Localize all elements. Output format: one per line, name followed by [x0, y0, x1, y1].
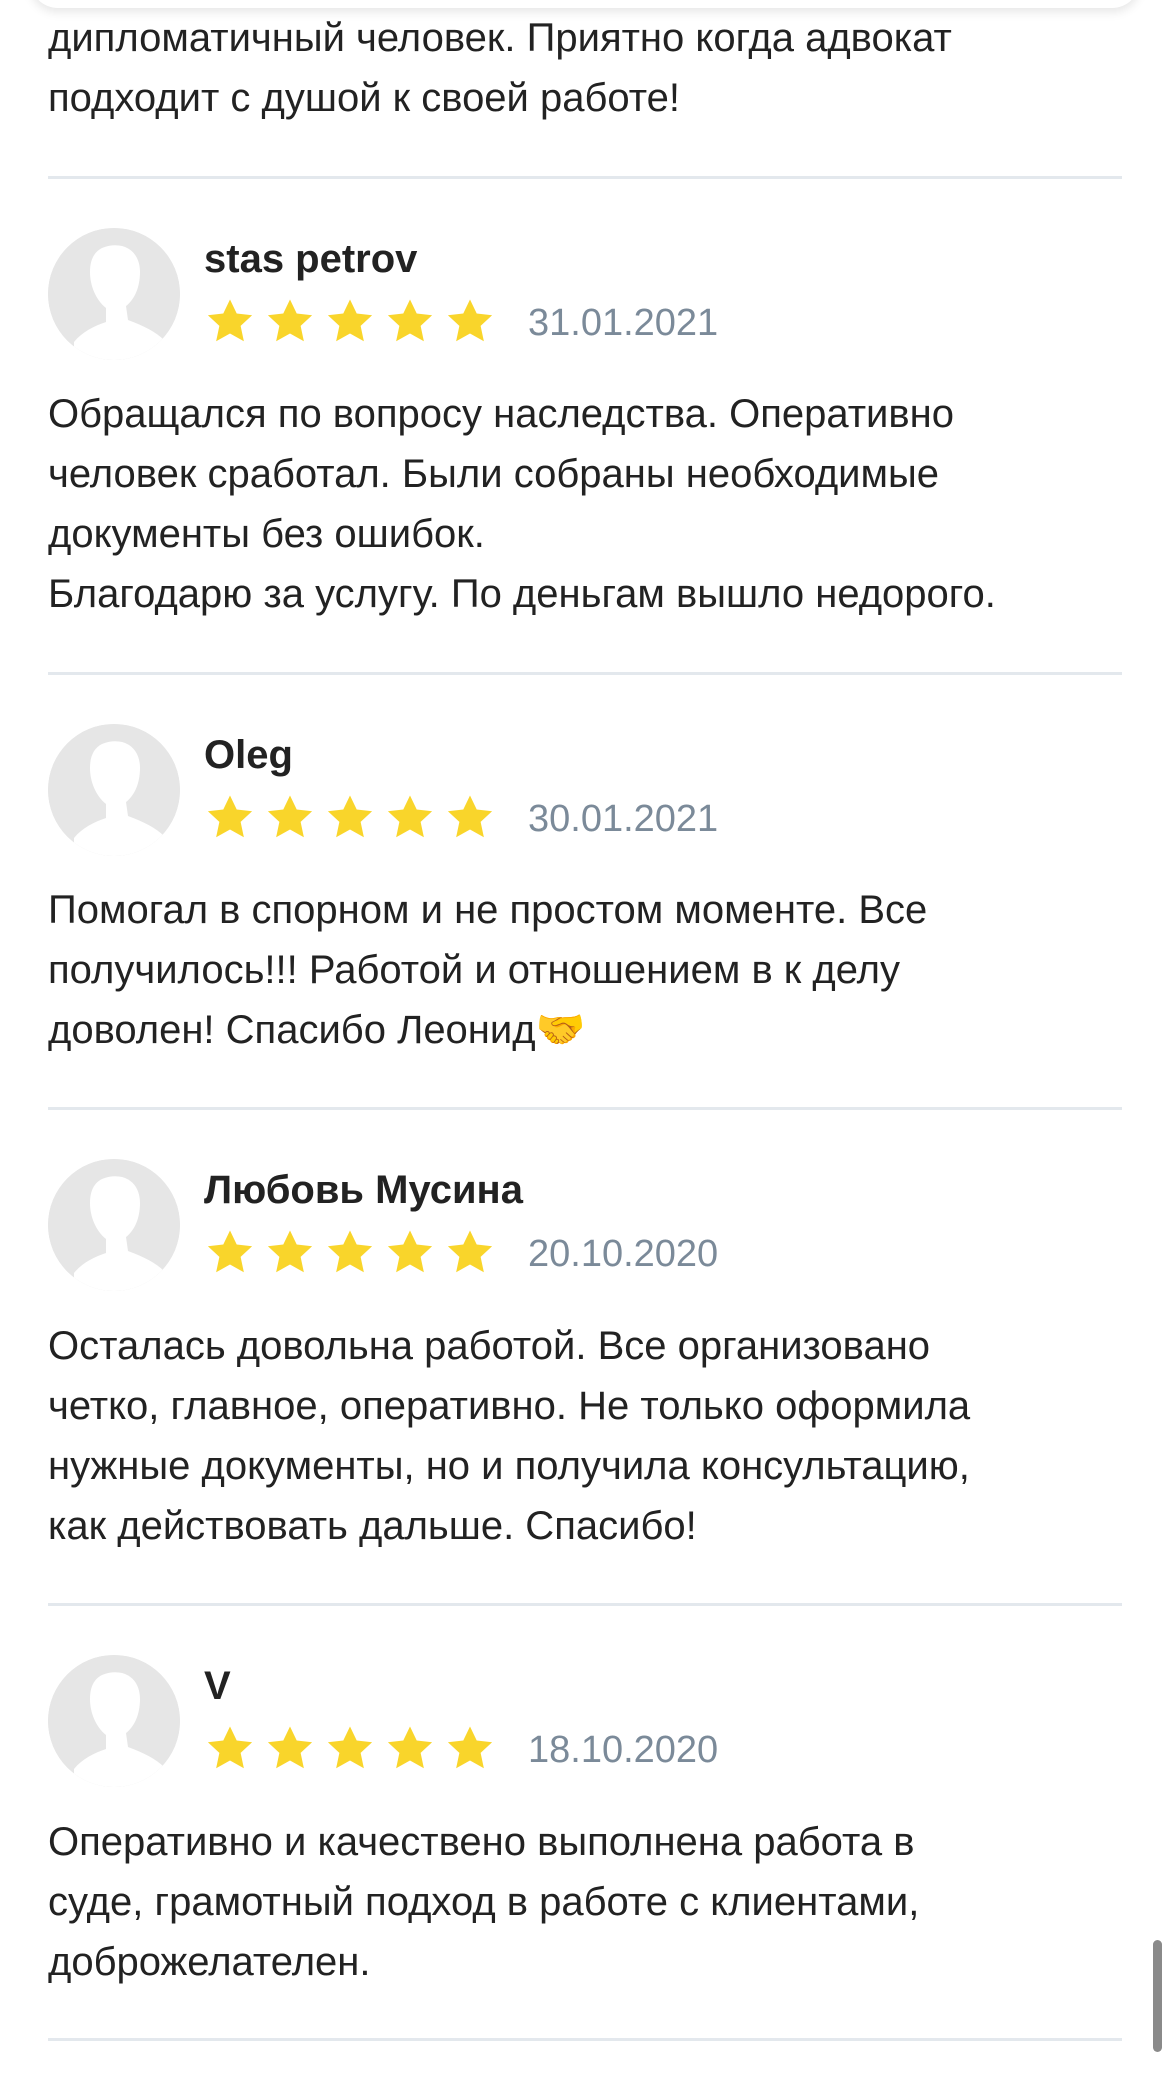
- review-author[interactable]: Oleg: [204, 730, 293, 780]
- review-text: Помогал в спорном и не простом моменте. …: [48, 888, 928, 1052]
- avatar-user-silhouette-icon[interactable]: [48, 1655, 180, 1787]
- avatar-user-silhouette-icon[interactable]: [48, 1159, 180, 1291]
- review-author[interactable]: Любовь Мусина: [204, 1165, 523, 1215]
- star-icon: [264, 296, 316, 348]
- avatar-user-silhouette-icon[interactable]: [48, 228, 180, 360]
- review-text: Обращался по вопросу наследства. Операти…: [48, 392, 996, 616]
- star-icon: [204, 792, 256, 844]
- review-author[interactable]: V: [204, 1661, 231, 1711]
- review-separator: [48, 672, 1122, 675]
- star-icon: [264, 1227, 316, 1279]
- rating-stars: [204, 792, 496, 844]
- review-separator: [48, 1603, 1122, 1606]
- star-icon: [384, 1227, 436, 1279]
- rating-stars: [204, 1723, 496, 1775]
- star-icon: [384, 1723, 436, 1775]
- review-separator: [48, 176, 1122, 179]
- star-icon: [444, 1227, 496, 1279]
- star-icon: [324, 1723, 376, 1775]
- review-date: 20.10.2020: [528, 1233, 719, 1275]
- review-date: 30.01.2021: [528, 798, 719, 840]
- review-separator: [48, 1107, 1122, 1110]
- star-icon: [324, 1227, 376, 1279]
- star-icon: [384, 296, 436, 348]
- review-date: 31.01.2021: [528, 302, 719, 344]
- previous-card-edge: [30, 0, 1140, 8]
- review-text: Осталась довольна работой. Все организов…: [48, 1324, 971, 1548]
- review-text: Оперативно и качествено выполнена работа…: [48, 1820, 920, 1984]
- review-date: 18.10.2020: [528, 1729, 719, 1771]
- star-icon: [204, 296, 256, 348]
- previous-review-text: дипломатичный человек. Приятно когда адв…: [48, 16, 952, 120]
- rating-stars: [204, 296, 496, 348]
- star-icon: [444, 792, 496, 844]
- star-icon: [384, 792, 436, 844]
- star-icon: [324, 296, 376, 348]
- avatar-user-silhouette-icon[interactable]: [48, 724, 180, 856]
- star-icon: [324, 792, 376, 844]
- rating-stars: [204, 1227, 496, 1279]
- scrollbar[interactable]: [1153, 1940, 1162, 2052]
- star-icon: [204, 1723, 256, 1775]
- star-icon: [264, 792, 316, 844]
- star-icon: [444, 1723, 496, 1775]
- star-icon: [444, 296, 496, 348]
- star-icon: [264, 1723, 316, 1775]
- review-separator: [48, 2038, 1122, 2041]
- star-icon: [204, 1227, 256, 1279]
- review-author[interactable]: stas petrov: [204, 234, 417, 284]
